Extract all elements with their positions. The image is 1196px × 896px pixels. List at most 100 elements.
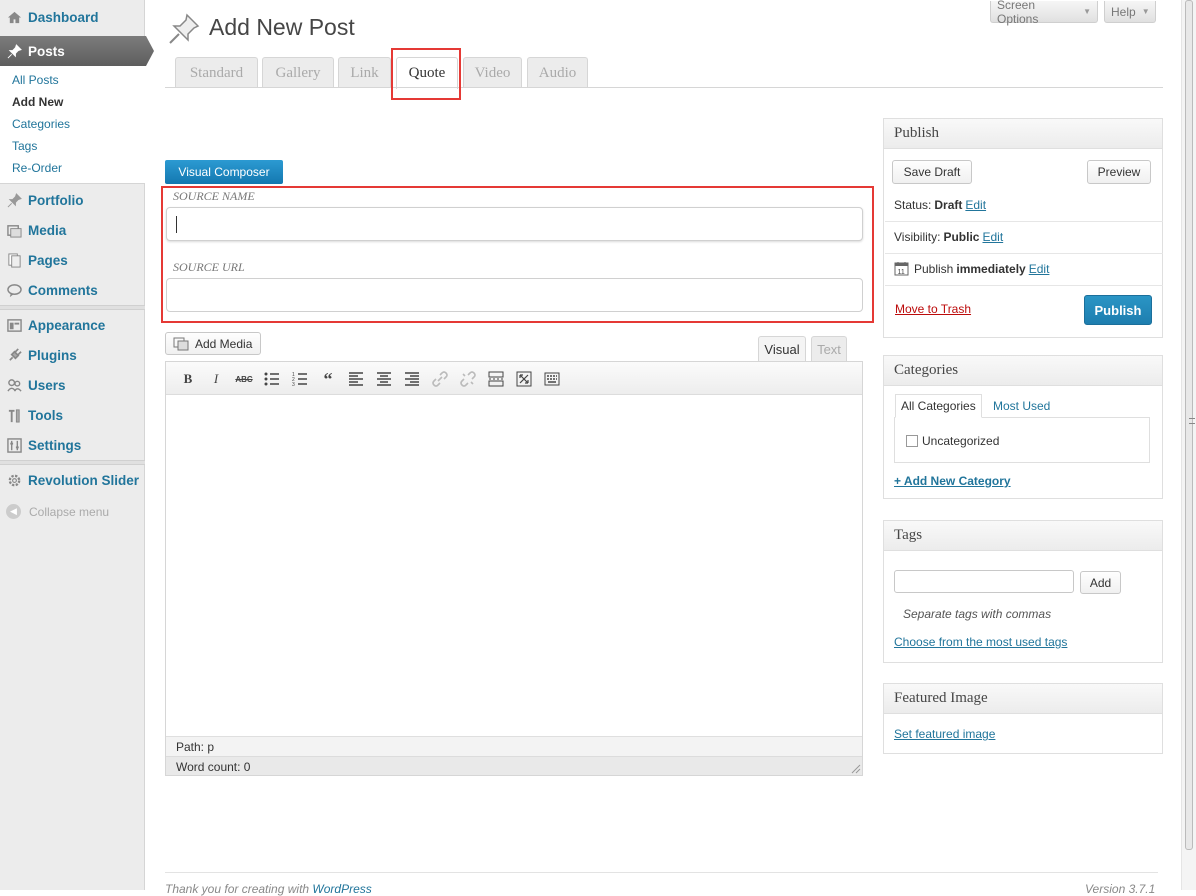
tab-all-categories[interactable]: All Categories — [895, 394, 982, 418]
insert-link-icon[interactable] — [431, 370, 449, 388]
tab-link[interactable]: Link — [338, 57, 391, 88]
page-title: Add New Post — [209, 14, 355, 40]
collapse-menu[interactable]: ◀ Collapse menu — [6, 504, 109, 519]
publish-button[interactable]: Publish — [1084, 295, 1152, 325]
menu-posts[interactable]: Posts — [0, 36, 154, 66]
visual-composer-button[interactable]: Visual Composer — [165, 160, 283, 184]
resize-grip-icon[interactable] — [851, 764, 861, 774]
tab-video[interactable]: Video — [463, 57, 522, 88]
submenu-re-order[interactable]: Re-Order — [12, 161, 62, 175]
tab-standard[interactable]: Standard — [175, 57, 258, 88]
menu-appearance[interactable]: Appearance — [0, 310, 145, 340]
collapse-arrow-icon: ◀ — [6, 504, 21, 519]
status-row: Status: Draft Edit — [894, 198, 986, 212]
add-media-button[interactable]: Add Media — [165, 332, 261, 355]
tags-hint: Separate tags with commas — [903, 607, 1052, 621]
quote-tab-highlight — [391, 48, 461, 100]
menu-revolution-slider[interactable]: Revolution Slider — [0, 465, 145, 495]
category-item[interactable]: Uncategorized — [906, 434, 999, 448]
preview-button[interactable]: Preview — [1087, 160, 1151, 184]
category-label: Uncategorized — [922, 434, 1000, 448]
menu-portfolio[interactable]: Portfolio — [0, 185, 145, 215]
tab-most-used[interactable]: Most Used — [988, 394, 1055, 418]
post-editor[interactable]: B I ABC 123 “ Path: p Word count: 0 — [165, 361, 863, 776]
align-right-icon[interactable] — [403, 370, 421, 388]
submenu-categories[interactable]: Categories — [12, 117, 70, 131]
menu-appearance-label: Appearance — [28, 317, 106, 333]
align-center-icon[interactable] — [375, 370, 393, 388]
menu-users[interactable]: Users — [0, 370, 145, 400]
strikethrough-icon[interactable]: ABC — [235, 370, 253, 388]
menu-pages[interactable]: Pages — [0, 245, 145, 275]
appearance-icon — [6, 317, 23, 334]
category-checkbox[interactable] — [906, 435, 918, 447]
categories-title: Categories — [884, 356, 1162, 386]
menu-comments-label: Comments — [28, 282, 98, 298]
submenu-all-posts[interactable]: All Posts — [12, 73, 59, 87]
move-to-trash-link[interactable]: Move to Trash — [895, 302, 971, 316]
tab-audio[interactable]: Audio — [527, 57, 588, 88]
pages-icon — [6, 252, 23, 269]
screen-options-button[interactable]: Screen Options ▼ — [990, 0, 1098, 26]
editor-toolbar: B I ABC 123 “ — [166, 362, 862, 395]
submenu-add-new[interactable]: Add New — [12, 95, 63, 109]
bullet-list-icon[interactable] — [263, 370, 281, 388]
blockquote-icon[interactable]: “ — [319, 369, 337, 389]
italic-icon[interactable]: I — [207, 370, 225, 388]
edit-visibility-link[interactable]: Edit — [982, 230, 1003, 244]
add-tag-button[interactable]: Add — [1080, 571, 1121, 594]
insert-more-icon[interactable] — [487, 370, 505, 388]
wordpress-link[interactable]: WordPress — [312, 882, 371, 896]
source-name-label: SOURCE NAME — [173, 189, 255, 203]
pin-icon — [6, 43, 23, 60]
tabs-divider — [165, 87, 1163, 88]
menu-tools[interactable]: Tools — [0, 400, 145, 430]
menu-tools-label: Tools — [28, 407, 63, 423]
triangle-down-icon: ▼ — [1141, 7, 1150, 16]
set-featured-image-link[interactable]: Set featured image — [894, 727, 995, 741]
help-button[interactable]: Help ▼ — [1104, 1, 1156, 23]
page-scrollbar[interactable] — [1181, 0, 1196, 890]
scrollbar-thumb[interactable] — [1185, 0, 1195, 850]
menu-plugins-label: Plugins — [28, 347, 77, 363]
footer-divider — [165, 872, 1158, 873]
edit-status-link[interactable]: Edit — [965, 198, 986, 212]
media-icon — [6, 222, 23, 239]
tab-text[interactable]: Text — [811, 336, 847, 362]
users-icon — [6, 377, 23, 394]
publish-box: Publish Save Draft Preview Status: Draft… — [883, 118, 1163, 338]
menu-pages-label: Pages — [28, 252, 68, 268]
edit-schedule-link[interactable]: Edit — [1029, 262, 1050, 276]
tab-visual[interactable]: Visual — [758, 336, 806, 362]
footer-version: Version 3.7.1 — [1085, 882, 1156, 896]
menu-portfolio-label: Portfolio — [28, 192, 84, 208]
categories-list: Uncategorized — [894, 417, 1150, 463]
text-caret — [176, 216, 177, 233]
tools-icon — [6, 407, 23, 424]
visibility-value: Public — [943, 230, 980, 244]
footer-thanks: Thank you for creating with WordPress — [165, 882, 372, 896]
menu-media[interactable]: Media — [0, 215, 145, 245]
menu-settings[interactable]: Settings — [0, 430, 145, 460]
choose-tags-link[interactable]: Choose from the most used tags — [894, 635, 1067, 649]
source-name-input[interactable] — [166, 207, 863, 241]
tag-input[interactable] — [894, 570, 1074, 593]
source-url-input[interactable] — [166, 278, 863, 312]
unlink-icon[interactable] — [459, 370, 477, 388]
add-new-category-link[interactable]: + Add New Category — [894, 474, 1011, 488]
submenu-tags[interactable]: Tags — [12, 139, 37, 153]
align-left-icon[interactable] — [347, 370, 365, 388]
menu-comments[interactable]: Comments — [0, 275, 145, 305]
tab-gallery[interactable]: Gallery — [262, 57, 334, 88]
menu-plugins[interactable]: Plugins — [0, 340, 145, 370]
numbered-list-icon[interactable]: 123 — [291, 370, 309, 388]
settings-icon — [6, 437, 23, 454]
menu-dashboard[interactable]: Dashboard — [0, 2, 145, 32]
svg-text:11: 11 — [898, 269, 905, 276]
featured-image-title: Featured Image — [884, 684, 1162, 714]
bold-icon[interactable]: B — [179, 370, 197, 388]
save-draft-button[interactable]: Save Draft — [892, 160, 972, 184]
fullscreen-icon[interactable] — [515, 370, 533, 388]
posts-submenu: All Posts Add New Categories Tags Re-Ord… — [0, 66, 145, 184]
toolbar-toggle-icon[interactable] — [543, 370, 561, 388]
